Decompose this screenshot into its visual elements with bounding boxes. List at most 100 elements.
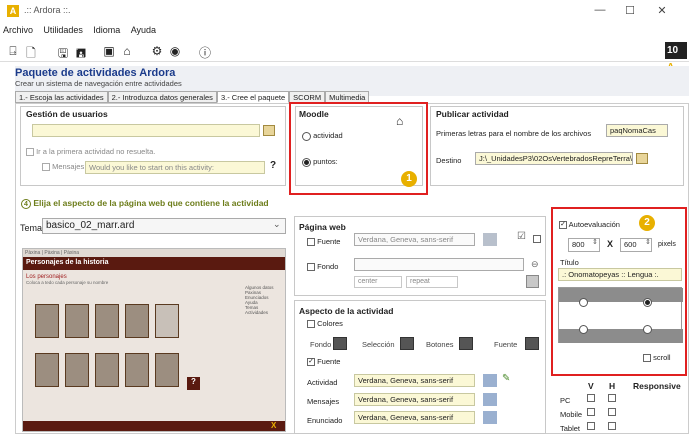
pw-extra-checkbox[interactable] [533,235,541,243]
mobile-vertical-checkbox[interactable] [587,408,595,416]
export-icon[interactable]: ▣ [102,44,116,58]
close-button[interactable]: ✕ [652,4,672,17]
destino-folder-icon[interactable] [636,153,648,164]
pw-font-a-icon[interactable] [483,233,497,246]
tablet-horizontal-checkbox[interactable] [608,422,616,430]
mobile-horizontal-checkbox[interactable] [608,408,616,416]
position-bottom-right-radio[interactable] [643,325,652,334]
seleccion-color-swatch[interactable] [400,337,414,350]
pw-fuente-row: Fuente [307,237,341,247]
menu-ayuda[interactable]: Ayuda [131,22,156,35]
pw-fondo-remove-icon[interactable]: ⊖ [531,259,539,270]
pc-horizontal-checkbox[interactable] [608,394,616,402]
width-spinner-icon[interactable]: ⇕ [592,238,598,246]
pagina-web-title: Página web [299,222,346,232]
maximize-button[interactable]: ☐ [620,4,640,17]
destino-label: Destino [436,156,462,165]
pc-vertical-checkbox[interactable] [587,394,595,402]
enunciado-font-label: Enunciado [307,416,343,425]
pw-align-select[interactable]: center [354,276,402,288]
position-bottom-left-radio[interactable] [579,325,588,334]
window-title: .:: Ardora ::. [24,5,71,15]
preview-footer [23,421,285,431]
first-unsolved-row: Ir a la primera actividad no resuelta. [26,147,155,157]
callout-badge-1: 1 [401,171,417,187]
tab-cree-paquete[interactable]: 3.- Cree el paquete [216,91,290,103]
botones-label: Botones [426,340,454,349]
title-bar [0,0,689,22]
tab-escoja[interactable]: 1.- Escoja las actividades [15,91,108,103]
fondo-color-label: Fondo [310,340,332,349]
colores-row: Colores [307,319,343,329]
mensajes-font-label: Mensajes [307,397,340,406]
pw-font-input[interactable]: Verdana, Geneva, sans-serif [354,233,475,246]
titulo-input[interactable]: .: Onomatopeyas :: Lengua :. [558,268,682,281]
moodle-activity-row: actividad [302,131,343,141]
height-spinner-icon[interactable]: ⇕ [645,238,651,246]
menu-archivo[interactable]: Archivo [3,22,33,35]
moodle-activity-label: actividad [313,131,343,140]
messages-help-icon[interactable]: ? [270,160,276,171]
menu-bar: Archivo Utilidades Idioma Ayuda [0,22,689,40]
tablet-vertical-checkbox[interactable] [587,422,595,430]
pw-color-swatch[interactable] [526,275,539,288]
enunciado-font-a-icon[interactable] [483,411,497,424]
exit-icon[interactable]: ⍈ [6,44,20,59]
moodle-activity-radio[interactable] [302,131,311,141]
moodle-points-radio[interactable] [302,157,311,167]
position-top-right-radio[interactable] [643,298,652,307]
first-unsolved-checkbox[interactable] [26,148,34,157]
actividad-font-input[interactable]: Verdana, Geneva, sans-serif [354,374,475,387]
tema-label: Tema [20,223,43,233]
aspecto-fuente-checkbox[interactable]: ✓ [307,358,315,367]
colores-checkbox[interactable] [307,320,315,329]
fuente-color-swatch[interactable] [525,337,539,350]
first-letters-input[interactable]: paqNomaCas [606,124,668,137]
mensajes-font-a-icon[interactable] [483,393,497,406]
preview-eye-icon[interactable]: ◉ [168,44,182,58]
messages-checkbox[interactable] [42,163,50,172]
actividad-edit-icon[interactable]: ✎ [502,373,510,384]
autoeval-checkbox[interactable]: ✓ [559,221,567,230]
tema-select[interactable]: basico_02_marr.ard [42,218,286,234]
menu-idioma[interactable]: Idioma [93,22,120,35]
destino-input[interactable]: J:\_UnidadesP3\02OsVertebradosRepreTerra… [475,152,633,165]
pw-fuente-label: Fuente [317,237,341,246]
scroll-checkbox[interactable] [643,354,651,363]
responsive-h-header: H [609,381,616,391]
menu-utilidades[interactable]: Utilidades [43,22,83,35]
new-file-icon[interactable]: 🗋 [24,44,38,65]
tema-chevron-down-icon[interactable]: ⌄ [273,219,281,230]
responsive-pc-label: PC [560,396,571,405]
publicar-title: Publicar actividad [436,109,509,119]
save-as-icon[interactable]: 🖪 [74,44,88,65]
user-list-input[interactable] [32,124,260,137]
fondo-color-swatch[interactable] [333,337,347,350]
folder-open-icon[interactable] [263,125,275,136]
tab-introduzca[interactable]: 2.- Introduzca datos generales [107,91,217,103]
messages-input[interactable]: Would you like to start on this activity… [85,161,265,174]
pw-repeat-select[interactable]: repeat [406,276,458,288]
pw-fondo-checkbox[interactable] [307,263,315,272]
actividad-font-a-icon[interactable] [483,374,497,387]
scroll-label: scroll [653,353,671,362]
pw-fondo-input[interactable] [354,258,524,271]
info-icon[interactable]: ⓘ [198,44,212,61]
enunciado-font-input[interactable]: Verdana, Geneva, sans-serif [354,411,475,424]
mensajes-font-input[interactable]: Verdana, Geneva, sans-serif [354,393,475,406]
titulo-label: Título [560,258,579,267]
botones-color-swatch[interactable] [459,337,473,350]
pw-font-icon[interactable]: ☑ [517,231,526,242]
position-top-left-radio[interactable] [579,298,588,307]
aspect-heading: 4 Elija el aspecto de la página web que … [21,198,269,209]
options-icon[interactable]: ⚙ [150,44,164,58]
save-icon[interactable]: 🖫 [56,44,70,65]
minimize-button[interactable]: — [590,4,610,16]
pw-fondo-label: Fondo [317,262,339,271]
pixels-label: pixels [658,241,676,248]
preview-help-icon: ? [187,377,200,390]
preview-close-icon: X [271,421,277,430]
building-icon[interactable]: ⌂ [120,44,134,58]
pw-fuente-checkbox[interactable] [307,238,315,247]
preview-sidebar: Algunos datos Paxinas Enunciados Ayuda Tema… [245,285,274,315]
